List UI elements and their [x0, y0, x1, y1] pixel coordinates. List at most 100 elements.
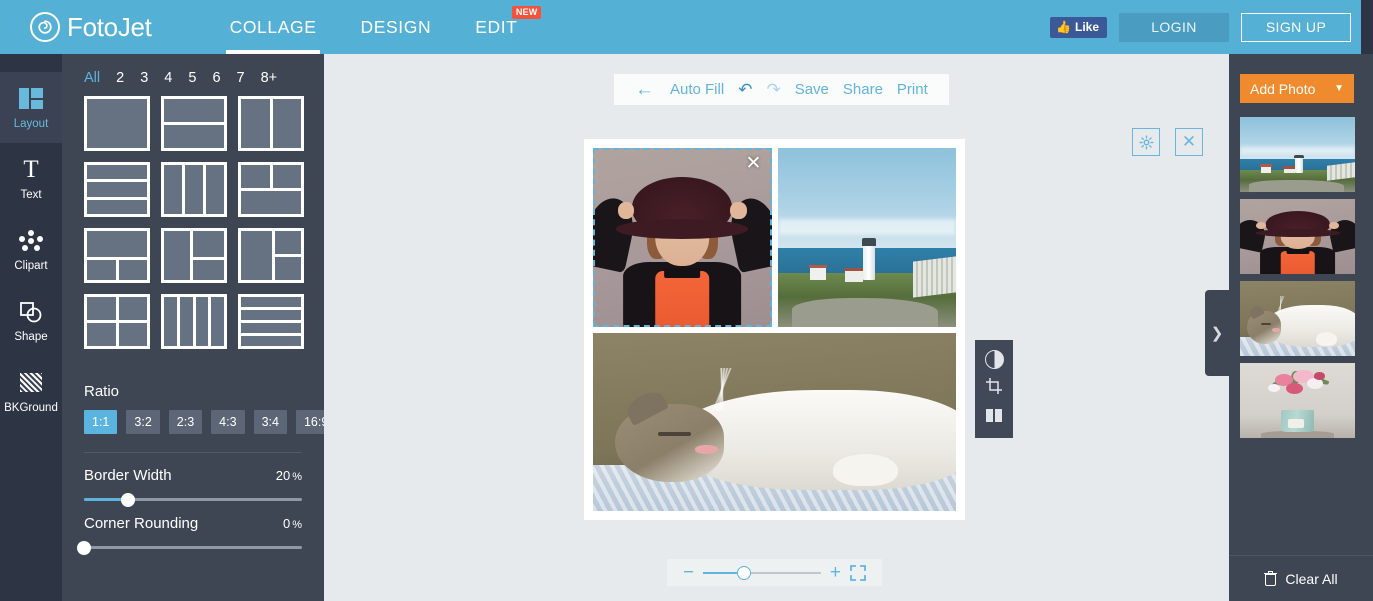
layout-thumb-3[interactable] — [238, 96, 304, 151]
layout-thumb-8[interactable] — [161, 228, 227, 283]
layout-filter-8plus-label: 8+ — [260, 70, 278, 86]
layout-filter-2-label: 2 — [116, 70, 125, 86]
contrast-icon[interactable] — [984, 350, 1004, 369]
border-width-header: Border Width 20% — [84, 467, 302, 484]
signup-label: SIGN UP — [1265, 19, 1327, 35]
photo-tool-strip — [975, 340, 1013, 438]
border-width-label: Border Width — [84, 467, 172, 484]
crop-icon[interactable] — [985, 377, 1003, 400]
logo-text: FotoJet — [67, 11, 152, 42]
layout-filter-6[interactable]: 6 — [204, 70, 228, 86]
layout-thumb-11[interactable] — [161, 294, 227, 349]
layout-filter-3[interactable]: 3 — [132, 70, 156, 86]
layout-filter-4[interactable]: 4 — [156, 70, 180, 86]
redo-icon[interactable]: ↷ — [759, 74, 787, 105]
thumb-flowers[interactable] — [1240, 363, 1355, 438]
nav-tab-edit[interactable]: EDIT NEW — [453, 0, 542, 54]
print-button[interactable]: Print — [890, 74, 935, 105]
fit-screen-icon[interactable] — [850, 564, 866, 581]
add-photo-label: Add Photo — [1250, 80, 1316, 97]
layout-filter-5[interactable]: 5 — [180, 70, 204, 86]
border-width-control: Border Width 20% — [84, 467, 302, 507]
auto-fill-button[interactable]: Auto Fill — [663, 74, 731, 105]
layout-thumb-12[interactable] — [238, 294, 304, 349]
layout-filter-7[interactable]: 7 — [229, 70, 253, 86]
sidebar-item-shape[interactable]: Shape — [0, 285, 62, 356]
share-label: Share — [842, 81, 883, 98]
login-label: LOGIN — [1151, 19, 1197, 35]
layout-thumb-9[interactable] — [238, 228, 304, 283]
canvas-stage: ← Auto Fill ↶ ↷ Save Share Print ✕ ✕ ❯ −… — [324, 54, 1229, 601]
logo[interactable]: FotoJet — [30, 0, 152, 54]
signup-button[interactable]: SIGN UP — [1241, 12, 1351, 42]
collage-cell-lighthouse[interactable] — [777, 148, 956, 327]
layout-thumb-2[interactable] — [161, 96, 227, 151]
collage-cell-woman-with-hat[interactable]: ✕ — [593, 148, 772, 327]
layout-thumb-10[interactable] — [84, 294, 150, 349]
editor-toolbar: ← Auto Fill ↶ ↷ Save Share Print — [614, 74, 949, 105]
collage-canvas[interactable]: ✕ — [584, 139, 965, 520]
share-button[interactable]: Share — [836, 74, 890, 105]
zoom-in-button[interactable]: + — [830, 563, 841, 582]
ratio-button-1-1[interactable]: 1:1 — [84, 410, 118, 434]
thumbs-up-icon: 👍 — [1056, 20, 1071, 34]
photo-woman-with-hat — [593, 148, 772, 327]
sidebar-item-bkground[interactable]: BKGround — [0, 356, 62, 427]
nav-tab-design[interactable]: DESIGN — [338, 0, 453, 54]
collage-cell-sleeping-cat[interactable] — [593, 332, 956, 511]
clipart-icon — [19, 228, 43, 254]
flip-icon[interactable] — [985, 408, 1003, 428]
thumb-woman-with-hat[interactable] — [1240, 199, 1355, 274]
back-button[interactable]: ← — [628, 74, 663, 105]
ratio-3-2-label: 3:2 — [134, 415, 152, 429]
clear-all-button[interactable]: Clear All — [1229, 555, 1373, 601]
new-badge: NEW — [511, 6, 542, 19]
ratio-4-3-label: 4:3 — [219, 415, 237, 429]
layout-thumb-5[interactable] — [161, 162, 227, 217]
close-icon[interactable]: ✕ — [1175, 128, 1203, 156]
zoom-slider[interactable] — [703, 565, 821, 580]
layout-thumb-4[interactable] — [84, 162, 150, 217]
fotojet-collage-app: FotoJet COLLAGE DESIGN EDIT NEW 👍 Like L… — [0, 0, 1373, 601]
facebook-like-button[interactable]: 👍 Like — [1050, 16, 1107, 38]
ratio-button-3-4[interactable]: 3:4 — [253, 410, 287, 434]
login-button[interactable]: LOGIN — [1119, 12, 1229, 42]
corner-rounding-slider-knob[interactable] — [77, 540, 91, 555]
layout-filter-all-label: All — [84, 70, 101, 86]
sidebar-item-text[interactable]: T Text — [0, 143, 62, 214]
delete-photo-button[interactable]: ✕ — [744, 154, 764, 174]
zoom-out-button[interactable]: − — [683, 563, 694, 582]
corner-rounding-slider[interactable] — [77, 540, 302, 555]
layout-thumb-1[interactable] — [84, 96, 150, 151]
layout-thumb-7[interactable] — [84, 228, 150, 283]
border-width-slider-knob[interactable] — [120, 492, 135, 507]
save-button[interactable]: Save — [788, 74, 836, 105]
print-label: Print — [896, 81, 928, 98]
collapse-panel-handle[interactable]: ❯ — [1205, 290, 1229, 376]
ratio-3-4-label: 3:4 — [261, 415, 279, 429]
sidebar-item-clipart[interactable]: Clipart — [0, 214, 62, 285]
undo-icon[interactable]: ↶ — [731, 74, 759, 105]
add-photo-button[interactable]: Add Photo ▼ — [1240, 74, 1354, 103]
ratio-button-3-2[interactable]: 3:2 — [126, 410, 160, 434]
corner-rounding-label: Corner Rounding — [84, 515, 199, 532]
zoom-slider-knob[interactable] — [737, 565, 752, 580]
layout-thumbnail-scroll[interactable] — [84, 96, 306, 359]
sidebar-item-layout[interactable]: Layout — [0, 72, 62, 143]
layout-filter-2[interactable]: 2 — [108, 70, 132, 86]
spiral-logo-icon — [30, 12, 60, 42]
border-width-slider[interactable] — [84, 492, 302, 507]
corner-rounding-number: 0 — [282, 516, 291, 531]
thumb-lighthouse-image — [1240, 117, 1355, 192]
thumb-sleeping-cat[interactable] — [1240, 281, 1355, 356]
auto-fill-label: Auto Fill — [670, 81, 725, 98]
ratio-button-2-3[interactable]: 2:3 — [168, 410, 203, 434]
layout-filter-all[interactable]: All — [84, 70, 108, 86]
ratio-button-4-3[interactable]: 4:3 — [211, 410, 245, 434]
nav-tab-collage[interactable]: COLLAGE — [208, 0, 339, 54]
thumb-lighthouse[interactable] — [1240, 117, 1355, 192]
gear-icon[interactable] — [1132, 128, 1160, 156]
layout-filter-8plus[interactable]: 8+ — [253, 70, 286, 86]
layout-thumb-6[interactable] — [238, 162, 304, 217]
layout-filter-tabs: All 2 3 4 5 6 7 8+ — [62, 54, 324, 96]
